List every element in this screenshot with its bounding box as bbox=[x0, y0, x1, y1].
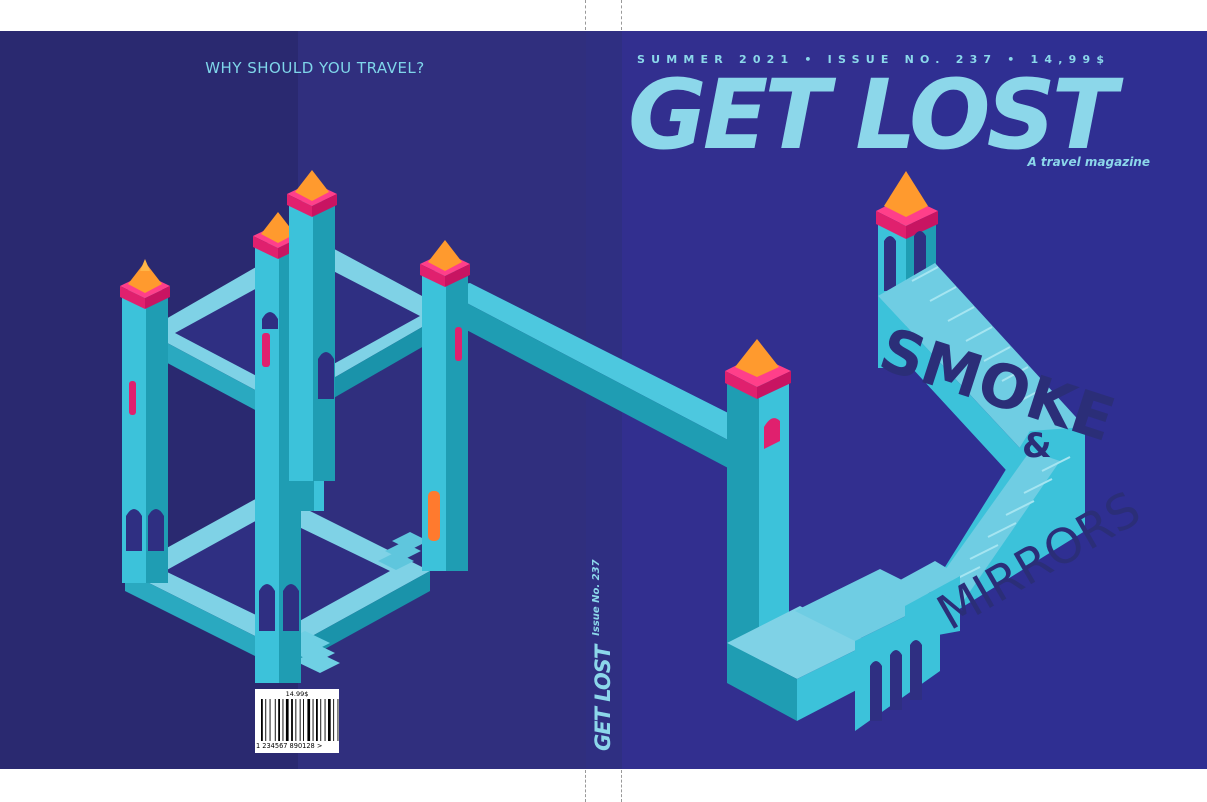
magazine-cover-spread: SMOKE & MIRRORS WHY SHOULD YOU TRAVEL? 1… bbox=[0, 31, 1207, 769]
stair-ampersand: & bbox=[1022, 426, 1052, 466]
spine: GET LOST Issue No. 237 bbox=[586, 541, 620, 751]
magazine-subtitle: A travel magazine bbox=[1027, 155, 1150, 169]
back-cover-building bbox=[120, 170, 760, 683]
front-cover-tower bbox=[725, 339, 940, 731]
trim-mark-left-bottom bbox=[585, 770, 586, 802]
magazine-title: GET LOST bbox=[628, 59, 1117, 171]
back-cover-headline: WHY SHOULD YOU TRAVEL? bbox=[205, 59, 425, 77]
barcode: 14.99$ 1 234567 890128 > bbox=[255, 689, 339, 753]
barcode-number: 1 234567 890128 > bbox=[256, 742, 323, 750]
spine-issue: Issue No. 237 bbox=[590, 559, 602, 636]
trim-mark-left-top bbox=[585, 0, 586, 30]
trim-mark-right-bottom bbox=[621, 770, 622, 802]
trim-mark-right-top bbox=[621, 0, 622, 30]
stair-structure: SMOKE & MIRRORS bbox=[871, 171, 1150, 641]
spine-title: GET LOST bbox=[591, 645, 615, 751]
